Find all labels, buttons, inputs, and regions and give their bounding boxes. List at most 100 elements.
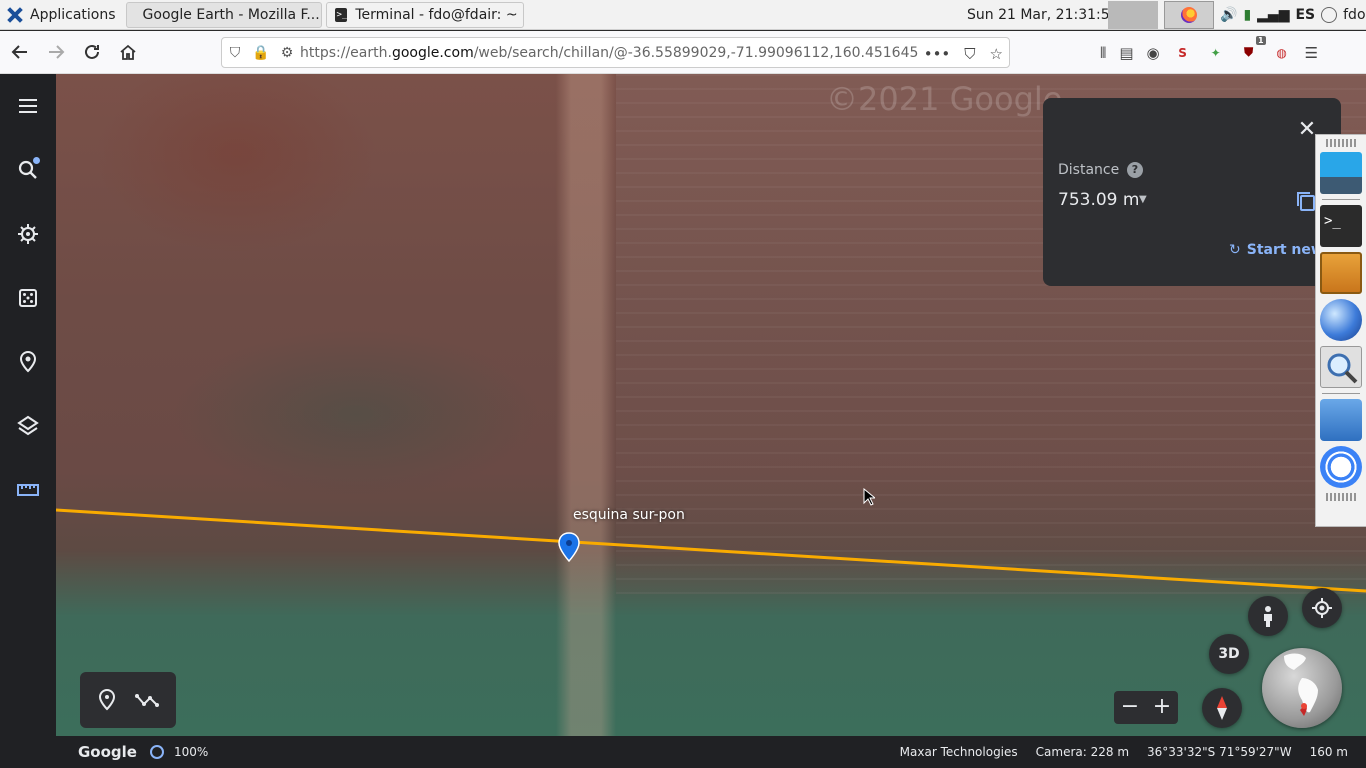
task-firefox[interactable]: Google Earth - Mozilla F... (125, 1, 322, 28)
ublock-icon[interactable]: ⛊ 1 (1239, 35, 1266, 63)
home-button[interactable] (112, 36, 144, 68)
main-menu-button[interactable] (12, 90, 44, 122)
permissions-icon[interactable]: ⚙ (274, 45, 300, 61)
url-prefix: https://earth. (300, 44, 392, 61)
status-circle-icon[interactable] (1321, 7, 1338, 23)
voyager-helm-icon (18, 224, 38, 244)
placemark-pin-icon[interactable] (557, 532, 581, 562)
my-location-button[interactable] (1302, 588, 1342, 628)
projects-button[interactable] (12, 346, 44, 378)
system-tray: 🔊 ▮ ▂▄▆ ES fdo (1108, 0, 1366, 30)
dock-handle[interactable] (1326, 139, 1356, 147)
url-actions: ••• ⛉ ☆ (924, 38, 1003, 69)
dock-separator (1322, 199, 1360, 200)
mouse-cursor-icon (863, 488, 875, 506)
refresh-icon: ↻ (1229, 242, 1241, 258)
signal-icon[interactable]: ▂▄▆ (1257, 7, 1289, 23)
pegman-icon (1264, 606, 1272, 627)
placemark-label[interactable]: esquina sur-pon (573, 507, 685, 523)
shield-icon[interactable]: ⛉ (222, 45, 248, 61)
map-style-button[interactable] (12, 410, 44, 442)
hamburger-icon (19, 99, 37, 113)
extension-globe-icon[interactable]: ◍ (1272, 43, 1292, 63)
clock[interactable]: Sun 21 Mar, 21:31:51 (967, 0, 1119, 30)
url-text[interactable]: https://earth.google.com/web/search/chil… (300, 45, 920, 61)
start-new-button[interactable]: ↻ Start new (1229, 242, 1324, 258)
window-preview[interactable] (1164, 1, 1214, 29)
extension-puzzle-icon[interactable]: ✦ (1206, 43, 1226, 63)
magnifier-glyph (1327, 353, 1358, 384)
url-bar[interactable]: ⛉ 🔒 ⚙ https://earth.google.com/web/searc… (221, 37, 1010, 68)
unit-dropdown-icon[interactable]: ▼ (1139, 194, 1147, 205)
zoom-controls: − + (1114, 691, 1178, 724)
account-icon[interactable]: ◉ (1147, 44, 1160, 62)
keyboard-layout[interactable]: ES (1295, 7, 1315, 23)
compass-needle-icon (1217, 696, 1227, 720)
web-browser-globe-icon[interactable] (1320, 299, 1362, 341)
back-button[interactable] (4, 36, 36, 68)
search-magnifier-icon[interactable] (1320, 346, 1362, 388)
layers-icon (17, 415, 39, 436)
ublock-badge: 1 (1256, 35, 1266, 45)
draw-path-icon[interactable] (135, 692, 159, 708)
url-path: /web/search/chillan/@-36.55899029,-71.99… (473, 44, 919, 61)
library-icon[interactable]: ⫴ (1100, 44, 1106, 62)
sidebar-toggle-icon[interactable]: ▤ (1119, 44, 1133, 62)
cursor-coordinates: 36°33'32"S 71°59'27"W (1147, 745, 1292, 759)
volume-icon[interactable]: 🔊 (1220, 7, 1237, 23)
lock-icon[interactable]: 🔒 (248, 45, 274, 61)
user-name[interactable]: fdo (1343, 7, 1365, 23)
start-new-label: Start new (1246, 242, 1324, 258)
add-placemark-icon[interactable] (97, 689, 117, 711)
voyager-button[interactable] (12, 218, 44, 250)
extension-s-icon[interactable]: S (1173, 43, 1193, 63)
toolbar-extensions: ⫴ ▤ ◉ S ✦ ⛊ 1 ◍ ☰ (1100, 31, 1318, 74)
toggle-3d-button[interactable]: 3D (1209, 634, 1249, 674)
terminal-icon: >_ (334, 7, 348, 22)
desktop-launcher-icon[interactable] (1320, 152, 1362, 194)
browser-toolbar: ⛉ 🔒 ⚙ https://earth.google.com/web/searc… (0, 31, 1366, 74)
applications-menu[interactable]: Applications (0, 0, 122, 30)
pegman-button[interactable] (1248, 596, 1288, 636)
copy-icon[interactable] (1295, 190, 1317, 212)
workspace-switcher[interactable] (1108, 1, 1158, 29)
file-cabinet-icon[interactable] (1320, 252, 1362, 294)
application-dock: >_ (1315, 134, 1366, 527)
measure-button[interactable] (12, 474, 44, 506)
folder-icon[interactable] (1320, 399, 1362, 441)
globe-continents (1284, 653, 1318, 716)
imagery-attribution[interactable]: Maxar Technologies (900, 745, 1018, 759)
distance-value: 753.09 m (1058, 190, 1140, 210)
terminal-launcher-icon[interactable]: >_ (1320, 205, 1362, 247)
task-terminal[interactable]: >_ Terminal - fdo@fdair: ~ (325, 1, 524, 28)
menu-icon[interactable]: ☰ (1305, 44, 1318, 62)
battery-icon[interactable]: ▮ (1243, 7, 1251, 23)
notification-dot (33, 157, 40, 164)
pocket-icon[interactable]: ⛉ (964, 45, 975, 63)
arrow-left-icon (11, 45, 27, 59)
distance-label: Distance (1058, 162, 1120, 178)
task-label: Google Earth - Mozilla F... (142, 6, 320, 23)
reload-button[interactable] (76, 36, 108, 68)
google-logo: Google (78, 743, 137, 761)
search-button[interactable] (12, 154, 44, 186)
globe-minimap[interactable] (1262, 648, 1342, 728)
dice-icon (19, 289, 37, 307)
home-icon (120, 44, 136, 60)
scale-bar[interactable]: 160 m (1310, 745, 1348, 759)
forward-button[interactable] (40, 36, 72, 68)
earth-sidebar (0, 74, 56, 768)
more-actions-icon[interactable]: ••• (924, 45, 951, 63)
loading-ring-icon (150, 745, 164, 759)
zoom-out-button[interactable]: − (1114, 691, 1146, 724)
crosshair-icon (1312, 598, 1332, 618)
chromium-icon[interactable] (1320, 446, 1362, 488)
bookmark-star-icon[interactable]: ☆ (990, 45, 1003, 63)
compass-button[interactable] (1202, 688, 1242, 728)
dock-handle[interactable] (1326, 493, 1356, 501)
zoom-in-button[interactable]: + (1146, 691, 1178, 724)
feeling-lucky-button[interactable] (12, 282, 44, 314)
url-domain: google.com (391, 44, 474, 61)
status-info: Maxar Technologies Camera: 228 m 36°33'3… (900, 745, 1348, 759)
help-icon[interactable]: ? (1127, 162, 1143, 178)
